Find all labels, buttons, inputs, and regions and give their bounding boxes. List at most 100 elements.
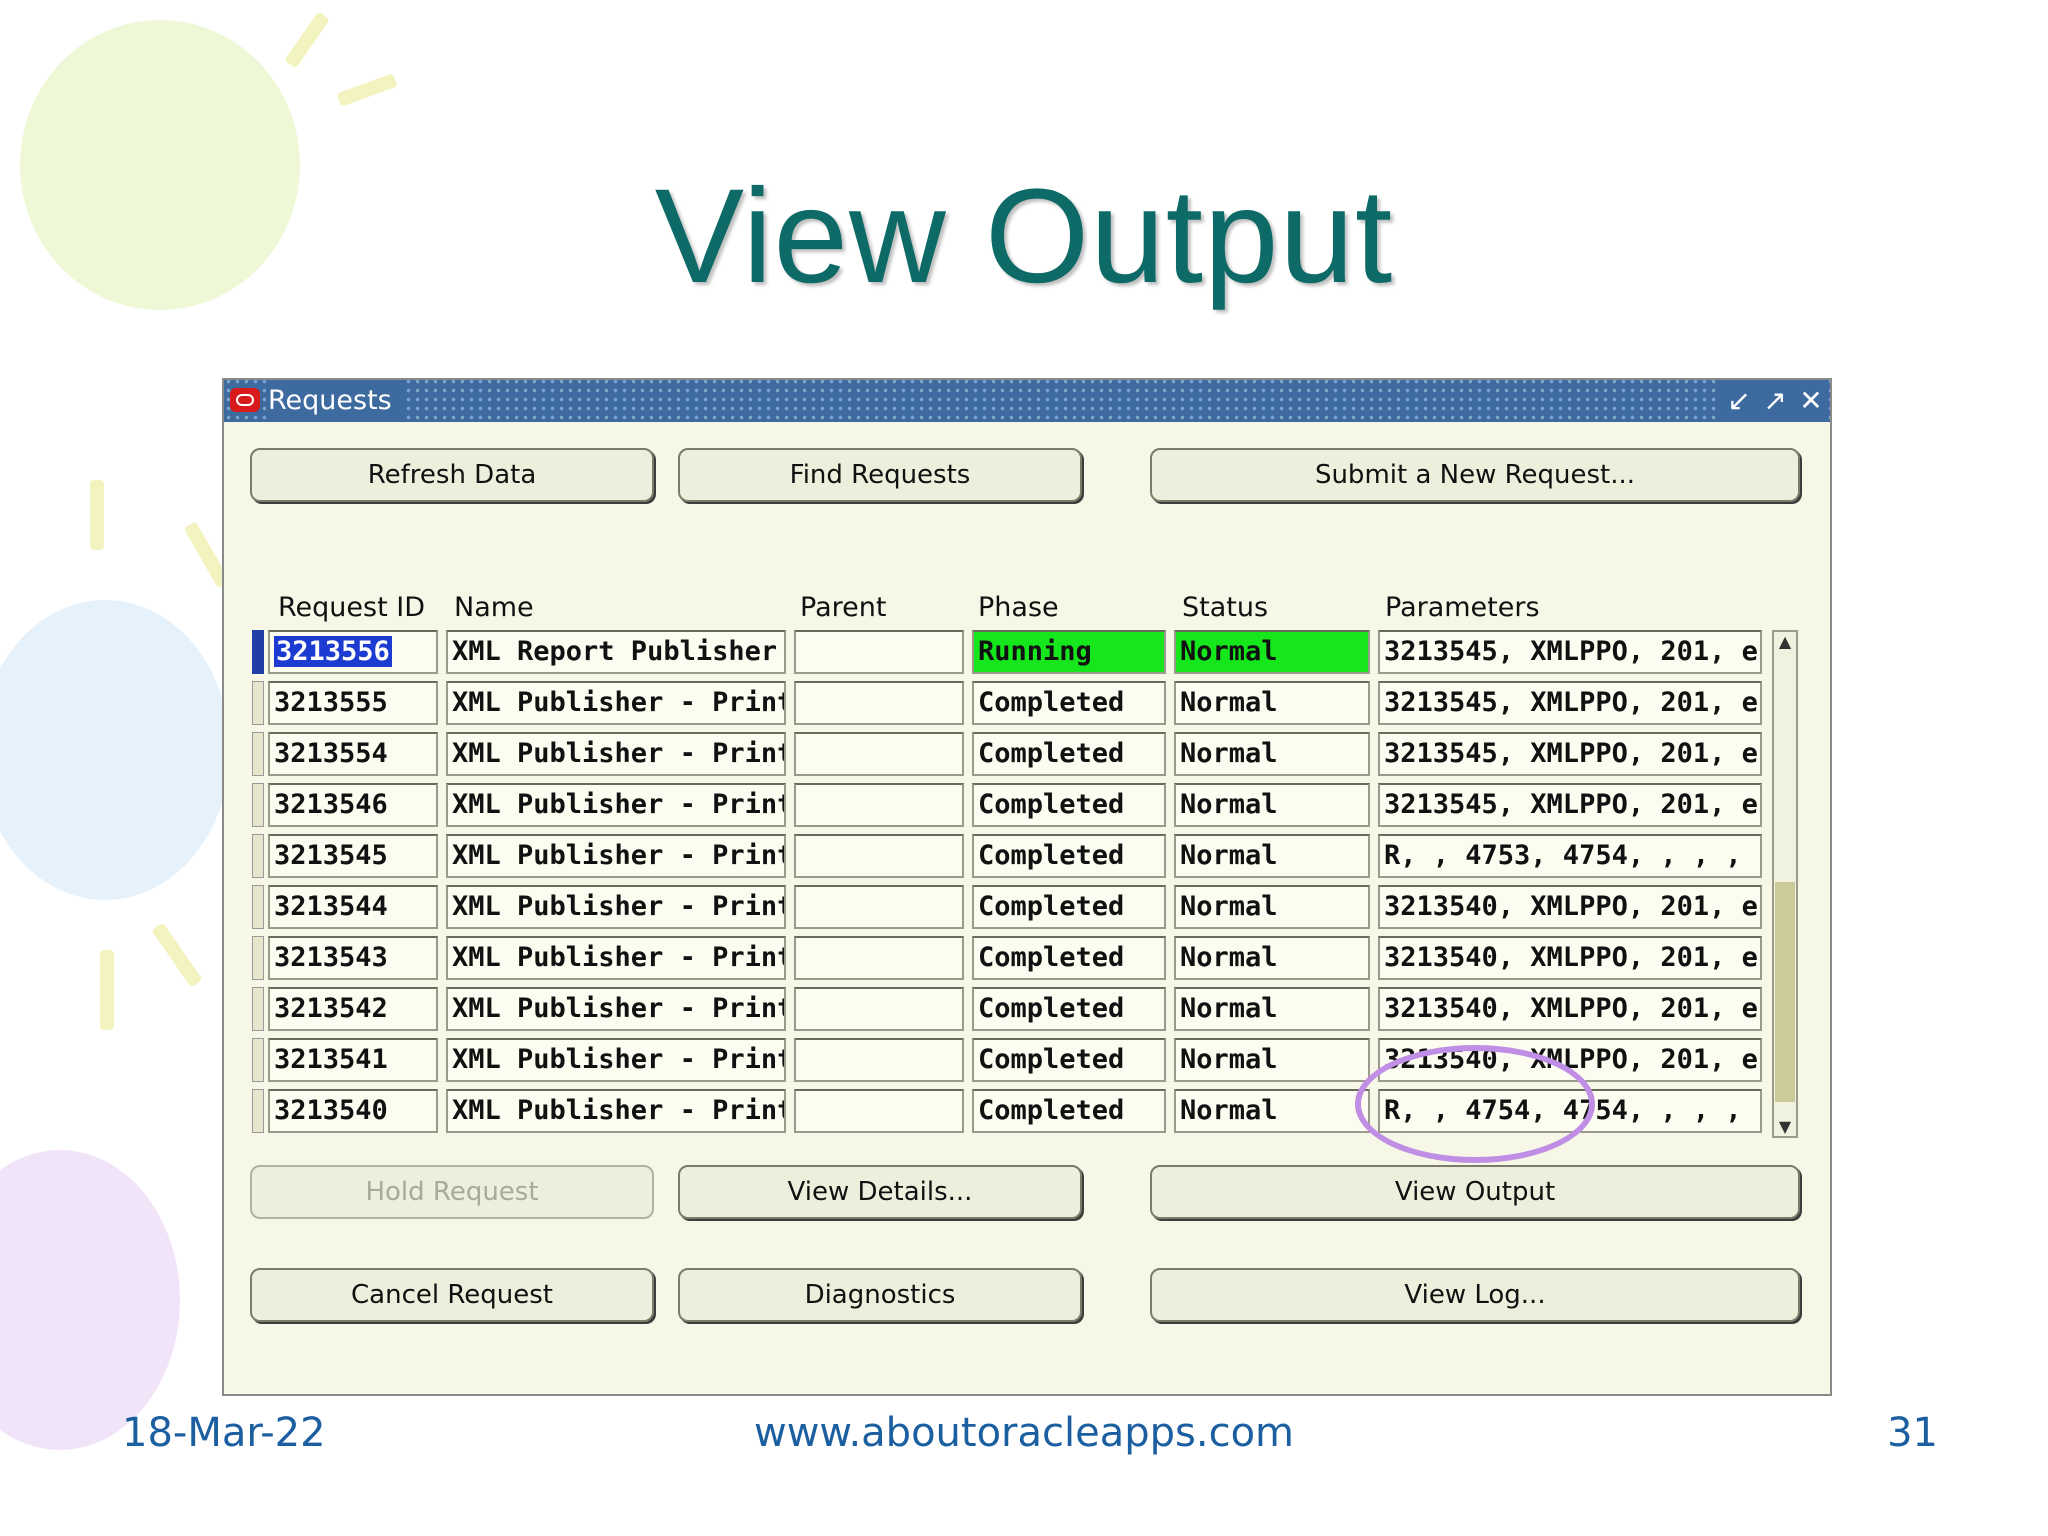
cell-name[interactable]: XML Publisher - Print Pu (446, 1089, 786, 1133)
highlight-circle (1355, 1045, 1595, 1163)
cell-status[interactable]: Normal (1174, 681, 1370, 725)
row-indicator[interactable] (252, 834, 264, 878)
slide-title: View Output (654, 162, 1394, 311)
cell-name[interactable]: XML Publisher - Print Pu (446, 1038, 786, 1082)
window-titlebar[interactable]: Requests ↙ ↗ ✕ (224, 380, 1830, 422)
cell-request-id[interactable]: 3213546 (268, 783, 438, 827)
table-scrollbar[interactable]: ▲ ▼ (1772, 630, 1798, 1138)
window-title: Requests (266, 380, 406, 422)
sun-ray-decoration (100, 950, 114, 1030)
cell-parameters[interactable]: 3213545, XMLPPO, 201, en-U (1378, 630, 1762, 674)
cell-phase[interactable]: Completed (972, 1089, 1166, 1133)
footer-url: www.aboutoracleapps.com (753, 1410, 1295, 1456)
column-header-phase: Phase (978, 592, 1059, 623)
cell-request-id[interactable]: 3213554 (268, 732, 438, 776)
cell-phase[interactable]: Completed (972, 987, 1166, 1031)
view-output-button[interactable]: View Output (1150, 1165, 1800, 1219)
cell-phase[interactable]: Running (972, 630, 1166, 674)
cell-parameters[interactable]: 3213540, XMLPPO, 201, en-U (1378, 885, 1762, 929)
oracle-logo-icon (230, 388, 260, 412)
cell-phase[interactable]: Completed (972, 885, 1166, 929)
cell-status[interactable]: Normal (1174, 630, 1370, 674)
row-indicator[interactable] (252, 783, 264, 827)
find-requests-button[interactable]: Find Requests (678, 448, 1082, 502)
column-header-status: Status (1182, 592, 1269, 623)
row-indicator[interactable] (252, 1089, 264, 1133)
minimize-icon[interactable]: ↙ (1726, 380, 1752, 422)
close-icon[interactable]: ✕ (1798, 380, 1824, 422)
row-indicator[interactable] (252, 681, 264, 725)
view-log-button[interactable]: View Log... (1150, 1268, 1800, 1322)
cell-parameters[interactable]: 3213540, XMLPPO, 201, en-U (1378, 987, 1762, 1031)
cell-name[interactable]: XML Publisher - Print Pu (446, 783, 786, 827)
scrollbar-thumb[interactable] (1775, 882, 1795, 1102)
cell-parent[interactable] (794, 630, 964, 674)
row-indicator[interactable] (252, 936, 264, 980)
cell-status[interactable]: Normal (1174, 936, 1370, 980)
cell-parent[interactable] (794, 681, 964, 725)
cell-phase[interactable]: Completed (972, 783, 1166, 827)
cell-phase[interactable]: Completed (972, 681, 1166, 725)
cell-request-id[interactable]: 3213540 (268, 1089, 438, 1133)
cell-name[interactable]: XML Publisher - Print Pu (446, 834, 786, 878)
cell-request-id[interactable]: 3213555 (268, 681, 438, 725)
cell-request-id[interactable]: 3213541 (268, 1038, 438, 1082)
cell-parameters[interactable]: 3213545, XMLPPO, 201, en-U (1378, 681, 1762, 725)
footer-page-number: 31 (1887, 1410, 1938, 1456)
column-header-parameters: Parameters (1385, 592, 1540, 623)
restore-icon[interactable]: ↗ (1762, 380, 1788, 422)
row-indicator[interactable] (252, 732, 264, 776)
scroll-down-arrow-icon[interactable]: ▼ (1774, 1117, 1796, 1136)
cell-request-id[interactable]: 3213543 (268, 936, 438, 980)
cell-name[interactable]: XML Publisher - Print Pu (446, 885, 786, 929)
cell-name[interactable]: XML Report Publisher (446, 630, 786, 674)
cell-parameters[interactable]: R, , 4753, 4754, , , , , , , Y, , 1 (1378, 834, 1762, 878)
cell-phase[interactable]: Completed (972, 1038, 1166, 1082)
cell-name[interactable]: XML Publisher - Print Pu (446, 936, 786, 980)
balloon-decoration (0, 1150, 180, 1450)
cell-status[interactable]: Normal (1174, 987, 1370, 1031)
view-details-button[interactable]: View Details... (678, 1165, 1082, 1219)
cell-parameters[interactable]: 3213545, XMLPPO, 201, en-U (1378, 783, 1762, 827)
column-header-name: Name (454, 592, 534, 623)
cell-parent[interactable] (794, 885, 964, 929)
cell-parent[interactable] (794, 936, 964, 980)
cell-parameters[interactable]: 3213545, XMLPPO, 201, en-U (1378, 732, 1762, 776)
row-indicator[interactable] (252, 630, 264, 674)
submit-new-request-button[interactable]: Submit a New Request... (1150, 448, 1800, 502)
cell-parent[interactable] (794, 783, 964, 827)
cell-request-id[interactable]: 3213556 (268, 630, 438, 674)
cell-parent[interactable] (794, 732, 964, 776)
cell-parent[interactable] (794, 834, 964, 878)
refresh-data-button[interactable]: Refresh Data (250, 448, 654, 502)
cell-status[interactable]: Normal (1174, 783, 1370, 827)
cell-status[interactable]: Normal (1174, 1089, 1370, 1133)
cell-phase[interactable]: Completed (972, 936, 1166, 980)
row-indicator[interactable] (252, 1038, 264, 1082)
cell-parent[interactable] (794, 987, 964, 1031)
cell-request-id[interactable]: 3213544 (268, 885, 438, 929)
cell-parameters[interactable]: 3213540, XMLPPO, 201, en-U (1378, 936, 1762, 980)
diagnostics-button[interactable]: Diagnostics (678, 1268, 1082, 1322)
window-controls: ↙ ↗ ✕ (1716, 380, 1824, 422)
balloon-decoration (0, 600, 230, 900)
scroll-up-arrow-icon[interactable]: ▲ (1774, 632, 1796, 651)
cell-request-id[interactable]: 3213542 (268, 987, 438, 1031)
cancel-request-button[interactable]: Cancel Request (250, 1268, 654, 1322)
cell-name[interactable]: XML Publisher - Print Pu (446, 987, 786, 1031)
cell-parent[interactable] (794, 1038, 964, 1082)
hold-request-button: Hold Request (250, 1165, 654, 1219)
cell-parent[interactable] (794, 1089, 964, 1133)
cell-status[interactable]: Normal (1174, 834, 1370, 878)
cell-status[interactable]: Normal (1174, 1038, 1370, 1082)
row-indicator[interactable] (252, 885, 264, 929)
cell-name[interactable]: XML Publisher - Print Pu (446, 732, 786, 776)
cell-phase[interactable]: Completed (972, 834, 1166, 878)
cell-status[interactable]: Normal (1174, 732, 1370, 776)
cell-name[interactable]: XML Publisher - Print Pu (446, 681, 786, 725)
cell-status[interactable]: Normal (1174, 885, 1370, 929)
row-indicator[interactable] (252, 987, 264, 1031)
cell-phase[interactable]: Completed (972, 732, 1166, 776)
cell-request-id[interactable]: 3213545 (268, 834, 438, 878)
sun-ray-decoration (90, 480, 104, 550)
